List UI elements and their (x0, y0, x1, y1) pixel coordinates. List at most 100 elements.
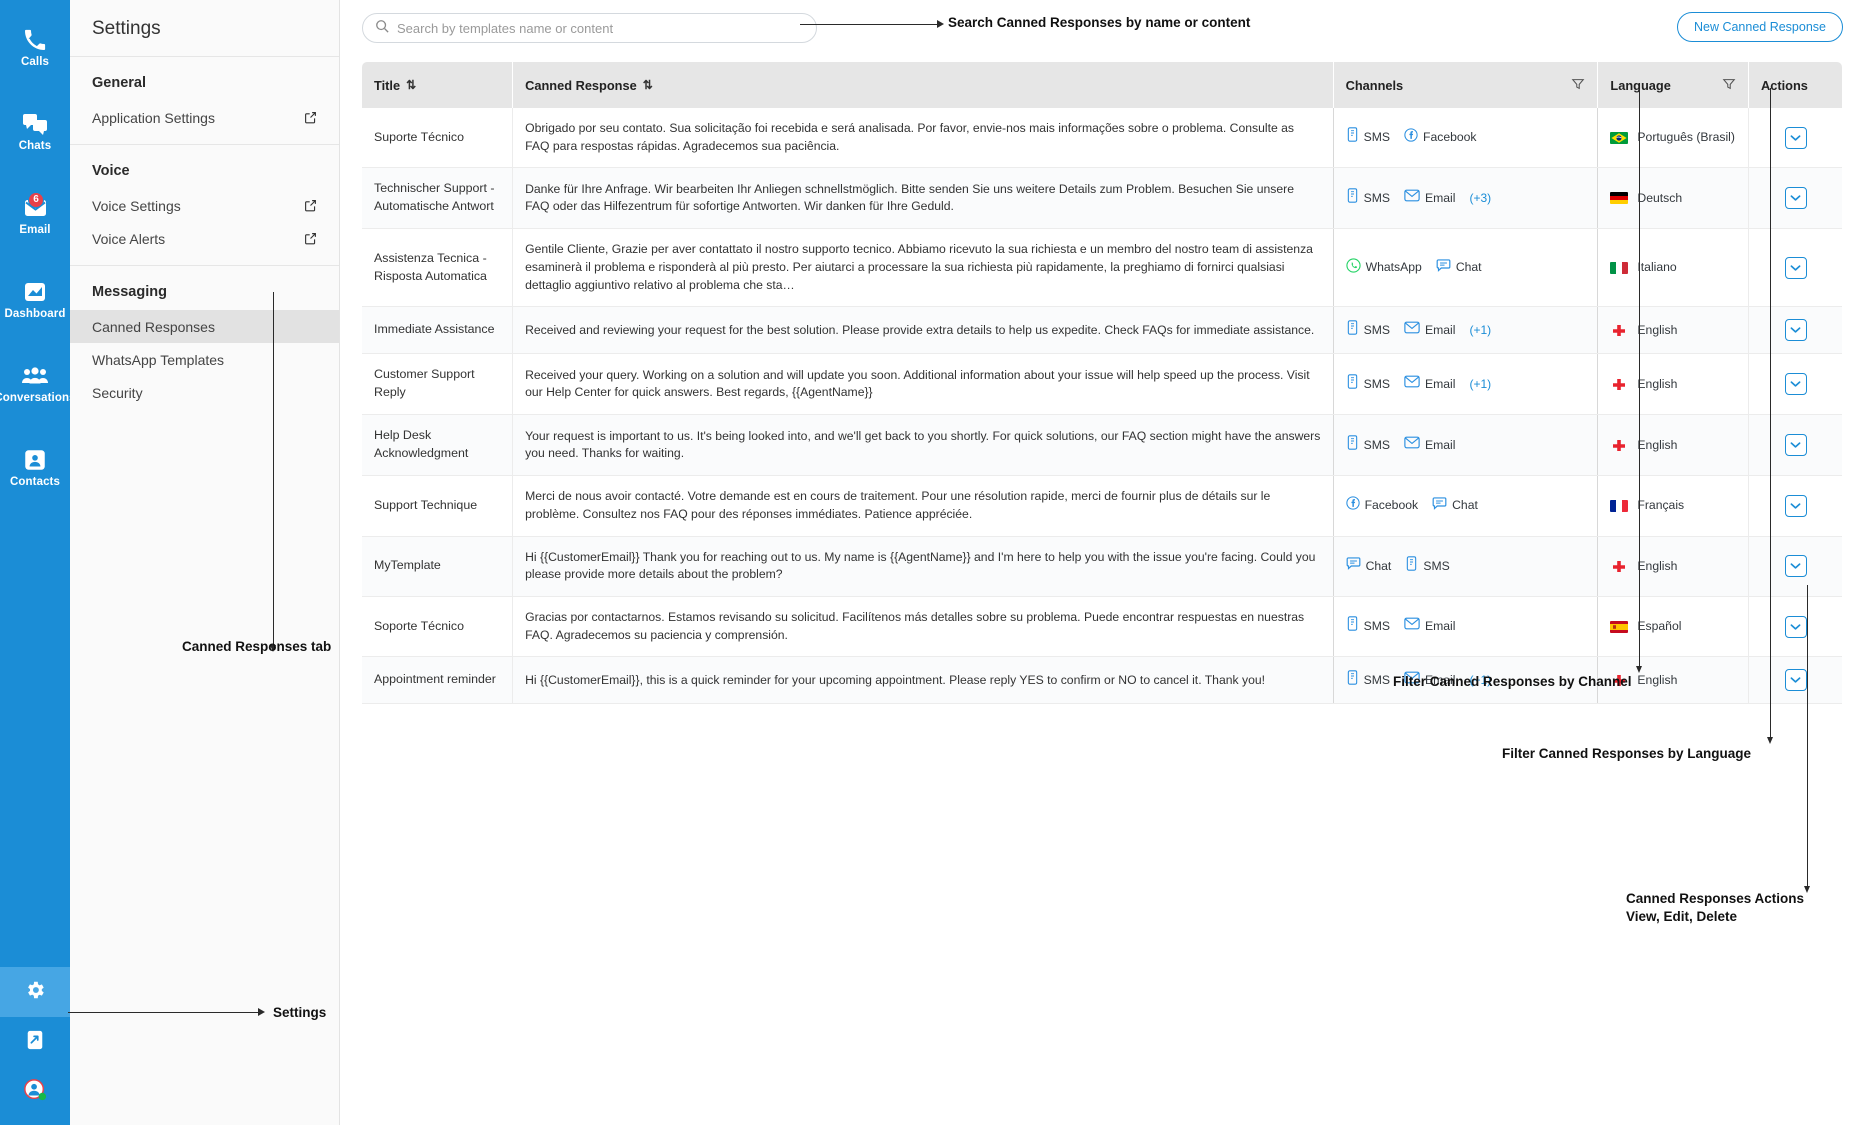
search-box[interactable] (362, 13, 817, 43)
settings-group-heading: General (92, 75, 146, 91)
left-nav-rail: Calls Chats 6 Email Dashboard Conversati… (0, 0, 75, 1125)
column-header-title[interactable]: Title ⇅ (362, 62, 514, 108)
channel-chip[interactable]: SMS (1346, 320, 1390, 341)
sidebar-item-security[interactable]: Security (70, 376, 339, 409)
rail-item-label: Conversations (0, 391, 76, 404)
channel-chip[interactable]: Chat (1432, 497, 1478, 516)
new-canned-response-button[interactable]: New Canned Response (1676, 12, 1843, 42)
cell-language: Italiano (1597, 228, 1749, 308)
channel-chip[interactable]: Email (1404, 617, 1455, 636)
external-link-icon (304, 232, 317, 245)
row-actions-button[interactable] (1784, 615, 1807, 638)
leader-line-tab (273, 292, 274, 647)
row-actions-button[interactable] (1784, 495, 1807, 518)
rail-item-label: Chats (18, 139, 52, 152)
flag-icon (1610, 324, 1628, 337)
search-input[interactable] (397, 20, 804, 36)
table-row[interactable]: Customer Support Reply Received your quer… (362, 353, 1842, 416)
channel-chip[interactable]: SMS (1346, 188, 1390, 209)
rail-item-logout[interactable] (0, 1017, 70, 1067)
row-actions-button[interactable] (1784, 434, 1807, 457)
table-row[interactable]: Suporte Técnico Obrigado por seu contato.… (362, 108, 1842, 169)
sidebar-item-application-settings[interactable]: Application Settings (70, 101, 339, 134)
sidebar-item-canned-responses[interactable]: Canned Responses (70, 310, 339, 343)
table-row[interactable]: Assistenza Tecnica - Risposta Automatica… (362, 228, 1842, 308)
channel-chip[interactable]: Chat (1436, 258, 1482, 278)
rail-item-calls[interactable]: Calls (0, 6, 70, 90)
flag-icon (1610, 192, 1629, 205)
sort-updown-icon[interactable]: ⇅ (406, 78, 416, 92)
sidebar-item-whatsapp-templates[interactable]: WhatsApp Templates (70, 343, 339, 376)
column-header-language[interactable]: Language (1597, 62, 1749, 108)
row-title: Appointment reminder (374, 672, 496, 687)
channel-more-count[interactable]: (+3) (1469, 190, 1491, 207)
settings-group-heading: Voice (92, 163, 130, 179)
channel-chip[interactable]: SMS (1346, 670, 1390, 691)
contact-card-icon (22, 448, 48, 472)
sms-icon (1346, 188, 1359, 209)
flag-icon (1610, 131, 1629, 144)
channel-label: Email (1425, 376, 1456, 391)
sidebar-item-voice-alerts[interactable]: Voice Alerts (70, 222, 339, 255)
row-actions-button[interactable] (1784, 555, 1807, 578)
language-label: English (1637, 672, 1678, 687)
channel-chip[interactable]: SMS (1346, 374, 1390, 395)
table-row[interactable]: Immediate Assistance Received and reviewi… (362, 306, 1842, 355)
channel-chip[interactable]: WhatsApp (1345, 257, 1422, 279)
channel-chip[interactable]: SMS (1346, 127, 1390, 148)
sidebar-item-voice-settings[interactable]: Voice Settings (70, 189, 339, 222)
row-actions-button[interactable] (1784, 256, 1807, 279)
rail-item-settings[interactable] (0, 967, 70, 1017)
table-row[interactable]: Soporte Técnico Gracias por contactarnos.… (362, 596, 1842, 658)
cell-channels: SMS Email (1332, 596, 1598, 658)
table-row[interactable]: Support Technique Merci de nous avoir con… (362, 475, 1842, 537)
channel-chip[interactable]: SMS (1346, 435, 1390, 456)
table-row[interactable]: MyTemplate Hi {{CustomerEmail}} Thank you… (362, 536, 1842, 598)
row-actions-button[interactable] (1784, 319, 1807, 342)
table-row[interactable]: Technischer Support - Automatische Antwo… (362, 167, 1842, 230)
rail-item-email[interactable]: 6 Email (0, 174, 70, 258)
sms-icon (1405, 556, 1418, 577)
cell-channels: SMS Facebook (1332, 108, 1598, 169)
channel-chip[interactable]: SMS (1346, 616, 1390, 637)
sms-icon (1346, 435, 1359, 456)
cell-language: English (1597, 536, 1749, 598)
rail-item-profile[interactable] (0, 1067, 70, 1117)
filter-funnel-icon[interactable] (1722, 77, 1736, 94)
column-header-channels[interactable]: Channels (1332, 62, 1599, 108)
cell-actions (1748, 475, 1842, 537)
column-header-label: Title (374, 77, 401, 93)
rail-item-label: Dashboard (4, 307, 66, 320)
sort-updown-icon[interactable]: ⇅ (643, 78, 653, 92)
filter-funnel-icon[interactable] (1571, 77, 1585, 94)
sidebar-item-label: WhatsApp Templates (92, 351, 225, 368)
row-actions-button[interactable] (1784, 187, 1807, 210)
table-header: Title ⇅ Canned Response ⇅ Channels Langu… (362, 62, 1842, 108)
channel-chip[interactable]: Facebook (1404, 128, 1477, 148)
channel-more-count[interactable]: (+1) (1469, 376, 1491, 393)
rail-item-conversations[interactable]: Conversations (0, 342, 75, 426)
channel-more-count[interactable]: (+1) (1469, 322, 1491, 339)
channel-chip[interactable]: Chat (1346, 557, 1391, 576)
row-title: Support Technique (374, 498, 478, 513)
channel-chip[interactable]: Facebook (1345, 496, 1418, 516)
table-row[interactable]: Help Desk Acknowledgment Your request is … (362, 414, 1842, 477)
channel-chip[interactable]: SMS (1405, 556, 1450, 577)
rail-item-chats[interactable]: Chats (0, 90, 70, 174)
rail-item-contacts[interactable]: Contacts (0, 426, 70, 510)
row-response-text: Gentile Cliente, Grazie per aver contatt… (525, 242, 1313, 292)
rail-item-dashboard[interactable]: Dashboard (0, 258, 70, 342)
row-actions-button[interactable] (1784, 126, 1807, 149)
cell-actions (1748, 228, 1842, 308)
cell-channels: SMS Email (1332, 414, 1598, 477)
row-actions-button[interactable] (1784, 669, 1807, 692)
row-actions-button[interactable] (1784, 373, 1807, 396)
settings-panel-title: Settings (70, 0, 339, 57)
cell-channels: SMS Email (+1) (1332, 306, 1598, 355)
channel-chip[interactable]: Email (1404, 189, 1455, 208)
email-icon (1404, 436, 1420, 455)
channel-chip[interactable]: Email (1404, 436, 1455, 455)
channel-chip[interactable]: Email (1404, 321, 1455, 340)
channel-chip[interactable]: Email (1404, 375, 1455, 394)
column-header-canned-response[interactable]: Canned Response ⇅ (512, 62, 1334, 108)
